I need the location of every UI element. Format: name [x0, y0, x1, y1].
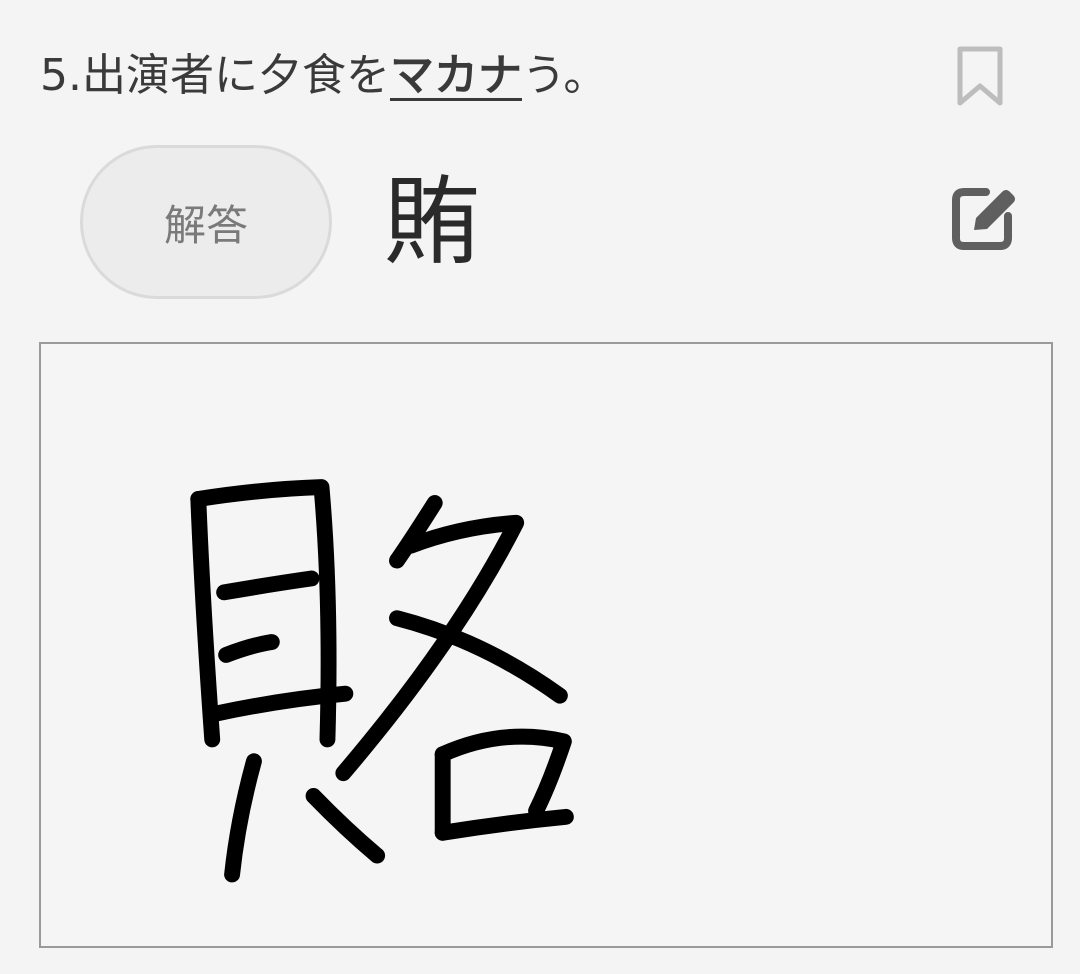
handwriting-canvas[interactable]	[39, 342, 1053, 948]
edit-icon[interactable]	[950, 182, 1020, 252]
answer-kanji: 賄	[384, 166, 480, 278]
question-number: 5.	[40, 50, 82, 101]
quiz-page: 5.出演者に夕食をマカナう。 解答 賄	[0, 0, 1080, 974]
answer-button[interactable]: 解答	[80, 145, 332, 299]
bookmark-icon[interactable]	[954, 44, 1006, 108]
handwritten-kanji-strokes	[190, 479, 574, 883]
answer-button-label: 解答	[163, 200, 248, 250]
question-text: 5.出演者に夕食をマカナう。	[40, 44, 607, 108]
question-prefix: 出演者に夕食を	[81, 50, 390, 101]
question-suffix: う。	[521, 50, 608, 101]
question-target-word: マカナ	[389, 50, 522, 101]
